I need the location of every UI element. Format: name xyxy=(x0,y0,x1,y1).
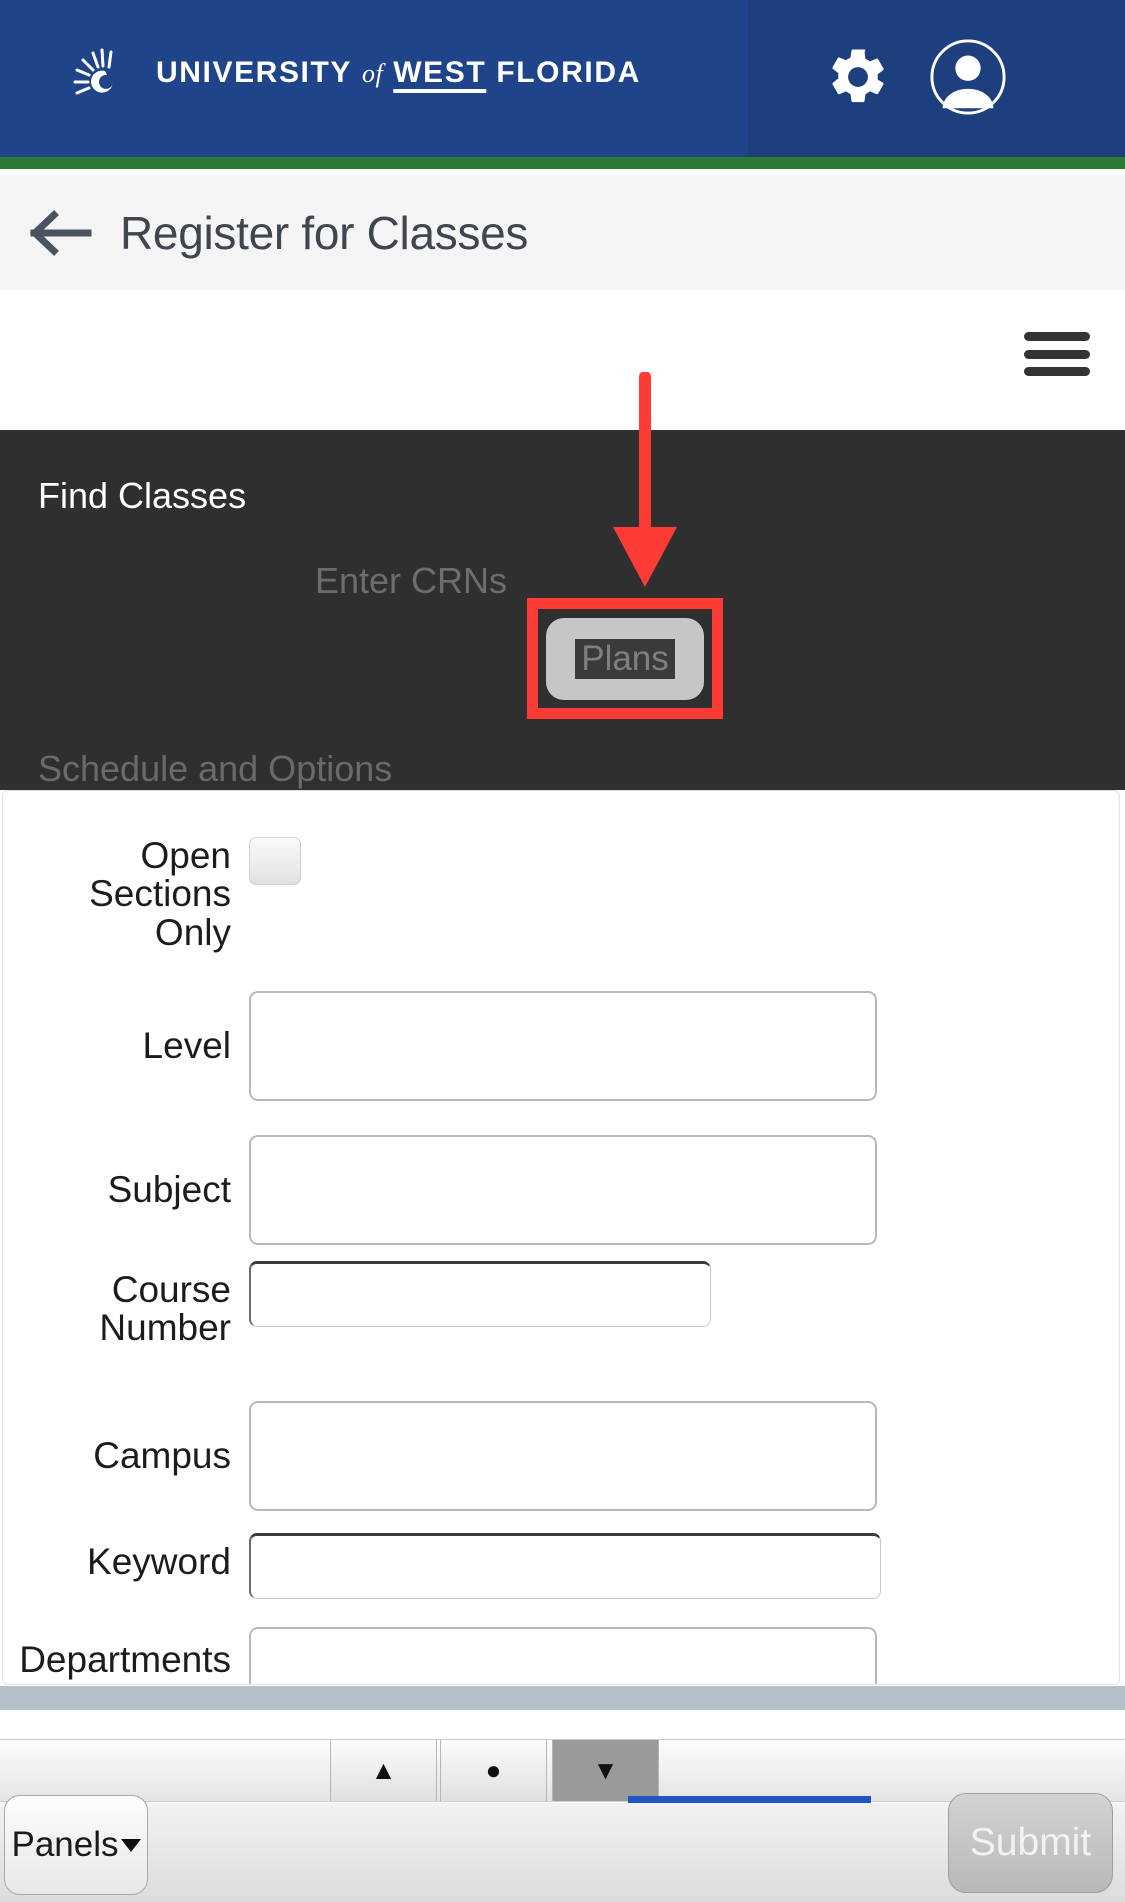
menu-strip xyxy=(0,290,1125,430)
panels-label: Panels xyxy=(11,1825,119,1864)
card-bottom-shade xyxy=(0,1686,1125,1710)
hamburger-menu-icon[interactable] xyxy=(1024,332,1090,376)
panels-dropdown-button[interactable]: Panels xyxy=(4,1795,148,1895)
green-accent-bar xyxy=(0,157,1125,169)
brand-west: WEST xyxy=(393,56,487,89)
brand-florida: FLORIDA xyxy=(496,56,641,89)
user-avatar-icon[interactable] xyxy=(929,38,1007,116)
app-header: UNIVERSITY of WEST FLORIDA xyxy=(0,0,1125,157)
form-row-level: Level xyxy=(3,991,1119,1101)
open-sections-only-checkbox[interactable] xyxy=(249,837,301,885)
keyword-input[interactable] xyxy=(249,1533,881,1599)
uwf-brand[interactable]: UNIVERSITY of WEST FLORIDA xyxy=(72,38,641,108)
subject-select[interactable] xyxy=(249,1135,877,1245)
page-title: Register for Classes xyxy=(120,206,529,259)
campus-select[interactable] xyxy=(249,1401,877,1511)
progress-indicator xyxy=(628,1796,871,1803)
submit-label: Submit xyxy=(969,1821,1092,1864)
label-course-number: Course Number xyxy=(99,1269,231,1349)
bottom-white-gap xyxy=(0,1710,1125,1739)
dot-icon: ● xyxy=(485,1755,502,1785)
chevron-down-icon xyxy=(120,1838,141,1852)
form-row-subject: Subject xyxy=(3,1135,1119,1245)
course-number-input[interactable] xyxy=(249,1261,711,1327)
label-subject: Subject xyxy=(107,1168,231,1210)
brand-university: UNIVERSITY xyxy=(156,56,353,89)
form-row-keyword: Keyword xyxy=(3,1533,1119,1599)
form-row-departments: Departments xyxy=(3,1627,1119,1684)
label-departments: Departments xyxy=(19,1639,231,1680)
level-select[interactable] xyxy=(249,991,877,1101)
label-campus: Campus xyxy=(93,1434,231,1476)
tab-enter-crns[interactable]: Enter CRNs xyxy=(315,560,507,602)
scroll-down-button[interactable]: ▼ xyxy=(552,1740,659,1801)
tab-schedule-and-options[interactable]: Schedule and Options xyxy=(38,748,392,790)
label-level: Level xyxy=(142,1024,231,1066)
triangle-down-icon: ▼ xyxy=(592,1755,619,1785)
nautilus-shell-logo-icon xyxy=(72,41,136,105)
tab-plans-label: Plans xyxy=(575,638,675,680)
form-row-open-sections-only: Open Sections Only xyxy=(3,835,1119,953)
submit-button[interactable]: Submit xyxy=(948,1793,1113,1893)
form-row-campus: Campus xyxy=(3,1401,1119,1511)
find-classes-heading: Find Classes xyxy=(38,475,247,516)
scroll-toolbar: ▲ ● ▼ xyxy=(0,1739,1125,1802)
form-row-course-number: Course Number xyxy=(3,1261,1119,1349)
gear-icon[interactable] xyxy=(825,44,891,110)
scroll-position-button[interactable]: ● xyxy=(440,1740,547,1801)
page-titlebar: Register for Classes xyxy=(0,175,1125,290)
triangle-up-icon: ▲ xyxy=(370,1755,397,1785)
departments-select[interactable] xyxy=(249,1627,877,1684)
back-arrow-icon[interactable] xyxy=(29,209,92,256)
scroll-up-button[interactable]: ▲ xyxy=(330,1740,437,1801)
search-form-card: Open Sections Only Level Subject Course … xyxy=(2,790,1120,1685)
label-open-sections-only: Open Sections Only xyxy=(89,835,231,953)
tab-plans[interactable]: Plans xyxy=(546,618,704,700)
brand-of: of xyxy=(362,59,384,88)
brand-wordmark: UNIVERSITY of WEST FLORIDA xyxy=(156,56,641,90)
red-down-arrow-annotation xyxy=(600,371,690,602)
label-keyword: Keyword xyxy=(87,1541,231,1582)
